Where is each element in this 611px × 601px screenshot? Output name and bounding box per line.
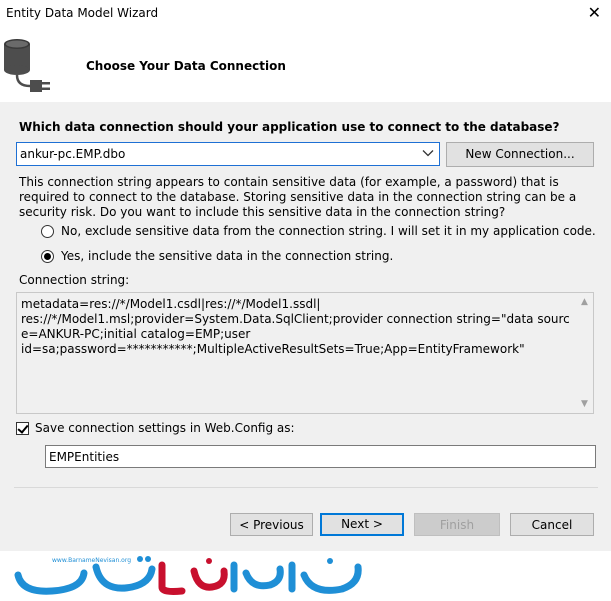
chevron-down-icon xyxy=(422,150,434,157)
radio-label: No, exclude sensitive data from the conn… xyxy=(61,224,596,238)
entities-name-input[interactable]: EMPEntities xyxy=(45,445,596,468)
page-title: Choose Your Data Connection xyxy=(86,59,286,73)
previous-button[interactable]: < Previous xyxy=(230,513,313,536)
barnamenevisan-logo: www.BarnameNevisan.org xyxy=(14,556,362,595)
scroll-down-icon[interactable]: ▼ xyxy=(581,399,588,409)
next-button[interactable]: Next > xyxy=(320,513,404,536)
watermark-url: www.BarnameNevisan.org xyxy=(52,557,131,564)
watermark: www.BarnameNevisan.org xyxy=(0,551,611,601)
new-connection-button[interactable]: New Connection... xyxy=(446,142,594,167)
radio-button[interactable] xyxy=(41,224,54,238)
connection-question: Which data connection should your applic… xyxy=(19,120,560,134)
connection-string-box[interactable]: metadata=res://*/Model1.csdl|res://*/Mod… xyxy=(16,292,594,414)
connection-string-label: Connection string: xyxy=(19,273,130,287)
sensitive-data-text: This connection string appears to contai… xyxy=(19,175,577,219)
scroll-up-icon[interactable]: ▲ xyxy=(581,297,588,307)
wizard-content: Which data connection should your applic… xyxy=(0,102,611,551)
save-settings-label: Save connection settings in Web.Config a… xyxy=(35,421,295,435)
radio-label: Yes, include the sensitive data in the c… xyxy=(61,249,394,263)
close-icon[interactable]: ✕ xyxy=(588,3,601,22)
radio-include-sensitive[interactable]: Yes, include the sensitive data in the c… xyxy=(41,249,393,263)
cancel-button[interactable]: Cancel xyxy=(510,513,594,536)
radio-exclude-sensitive[interactable]: No, exclude sensitive data from the conn… xyxy=(41,224,596,238)
entities-name-value: EMPEntities xyxy=(49,450,120,464)
title-bar: Entity Data Model Wizard ✕ xyxy=(0,0,611,28)
save-settings-checkbox-row[interactable]: Save connection settings in Web.Config a… xyxy=(16,421,295,435)
database-plug-icon xyxy=(4,39,50,92)
divider xyxy=(14,487,598,488)
finish-button[interactable]: Finish xyxy=(414,513,500,536)
window-title: Entity Data Model Wizard xyxy=(6,6,159,20)
connection-select-value: ankur-pc.EMP.dbo xyxy=(20,147,126,161)
connection-string-text: metadata=res://*/Model1.csdl|res://*/Mod… xyxy=(21,297,570,356)
radio-button[interactable] xyxy=(41,249,54,263)
connection-select[interactable]: ankur-pc.EMP.dbo xyxy=(16,142,440,166)
scrollbar[interactable]: ▲ ▼ xyxy=(577,293,593,413)
save-settings-checkbox[interactable] xyxy=(16,421,29,435)
wizard-header: Choose Your Data Connection xyxy=(0,28,611,102)
